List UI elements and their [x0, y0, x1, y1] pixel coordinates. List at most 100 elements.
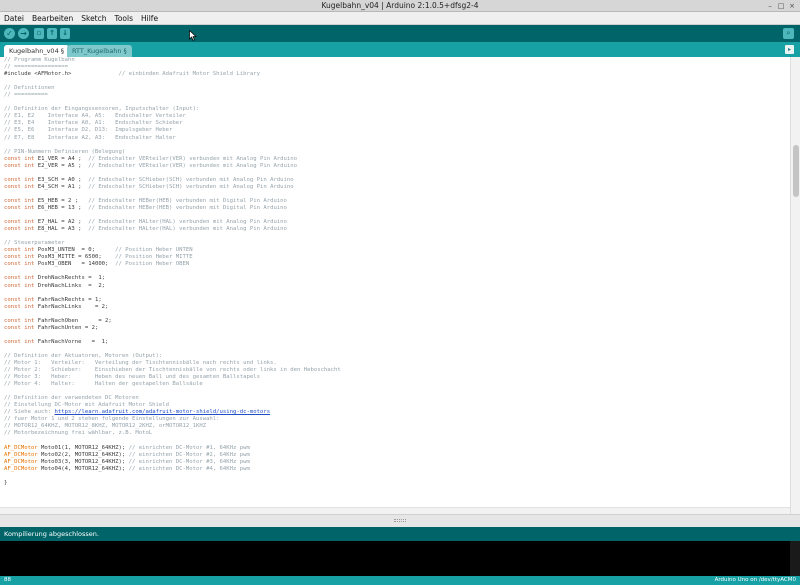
code-line[interactable]: // PIN-Nummern Definieren (Belegung)	[4, 149, 786, 156]
code-line[interactable]: const int E1_VER = A4 ; // Endschalter V…	[4, 156, 786, 163]
code-line[interactable]	[4, 78, 786, 85]
footer-bar: 88 Arduino Uno on /dev/ttyACM0	[0, 576, 800, 585]
menu-hilfe[interactable]: Hilfe	[141, 12, 158, 24]
code-line[interactable]: AF_DCMotor Moto01(1, MOTOR12_64KHZ); // …	[4, 445, 786, 452]
code-line[interactable]: }	[4, 480, 786, 487]
arduino-ide-window: Kugelbahn_v04 | Arduino 2:1.0.5+dfsg2-4 …	[0, 0, 800, 585]
console-scrollbar[interactable]	[790, 541, 800, 576]
code-line[interactable]: // Steuerparameter	[4, 240, 786, 247]
divider-grip-icon[interactable]	[394, 519, 406, 522]
code-line[interactable]: AF_DCMotor Moto03(3, MOTOR12_64KHZ); // …	[4, 459, 786, 466]
menu-datei[interactable]: Datei	[4, 12, 24, 24]
menu-tools[interactable]: Tools	[115, 12, 133, 24]
tab-rtt-kugelbahn[interactable]: RTT_Kugelbahn §	[67, 45, 132, 57]
tab-menu-icon[interactable]: ▸	[785, 45, 794, 54]
upload-icon[interactable]: →	[18, 28, 29, 39]
new-icon[interactable]: ▫	[34, 28, 44, 39]
code-line[interactable]: // Einstellung DC-Motor mit Adafruit Mot…	[4, 402, 786, 409]
code-text[interactable]: // Programm Kugelbahn// ================…	[4, 57, 786, 487]
code-line[interactable]	[4, 473, 786, 480]
code-line[interactable]: #include <AFMotor.h> // einbinden Adafru…	[4, 71, 786, 78]
code-line[interactable]: const int E5_HEB = 2 ; // Endschalter HE…	[4, 198, 786, 205]
code-line[interactable]	[4, 438, 786, 445]
code-line[interactable]: const int E4_SCH = A1 ; // Endschalter S…	[4, 184, 786, 191]
code-line[interactable]: // Definition der Eingangssensoren, Inpu…	[4, 106, 786, 113]
code-line[interactable]	[4, 212, 786, 219]
code-line[interactable]	[4, 170, 786, 177]
code-line[interactable]: const int DrehNachLinks = 2;	[4, 283, 786, 290]
status-message: Kompilierung abgeschlossen.	[4, 530, 99, 538]
code-line[interactable]: const int FahrNachUnten = 2;	[4, 325, 786, 332]
title-bar: Kugelbahn_v04 | Arduino 2:1.0.5+dfsg2-4 …	[0, 0, 800, 12]
status-bar: Kompilierung abgeschlossen.	[0, 527, 800, 541]
console-output[interactable]	[0, 541, 800, 576]
code-line[interactable]	[4, 311, 786, 318]
code-line[interactable]	[4, 99, 786, 106]
menu-bearbeiten[interactable]: Bearbeiten	[32, 12, 73, 24]
code-line[interactable]: // Motor 1: Verteiler: Verteilung der Ti…	[4, 360, 786, 367]
scrollbar-thumb[interactable]	[793, 145, 799, 197]
code-line[interactable]	[4, 290, 786, 297]
code-line[interactable]	[4, 332, 786, 339]
code-line[interactable]: const int PosM3_MITTE = 6500; // Positio…	[4, 254, 786, 261]
code-line[interactable]: // Definition der Aktuatoren, Motoren (O…	[4, 353, 786, 360]
code-line[interactable]: // Motorbezeichnung frei wählbar, z.B. M…	[4, 430, 786, 437]
code-line[interactable]: AF_DCMotor Moto04(4, MOTOR12_64KHZ); // …	[4, 466, 786, 473]
verify-icon[interactable]: ✓	[4, 28, 15, 39]
code-line[interactable]: // Siehe auch: https://learn.adafruit.co…	[4, 409, 786, 416]
code-line[interactable]: const int E3_SCH = A0 ; // Endschalter S…	[4, 177, 786, 184]
window-controls: – □ ×	[766, 2, 796, 10]
close-icon[interactable]: ×	[788, 2, 796, 10]
minimize-icon[interactable]: –	[766, 2, 774, 10]
code-line[interactable]	[4, 388, 786, 395]
board-info: Arduino Uno on /dev/ttyACM0	[714, 577, 796, 583]
code-line[interactable]: // Programm Kugelbahn	[4, 57, 786, 64]
serial-monitor-icon[interactable]: ⌕	[783, 28, 794, 39]
window-title: Kugelbahn_v04 | Arduino 2:1.0.5+dfsg2-4	[321, 1, 479, 10]
code-line[interactable]: const int E8_HAL = A3 ; // Endschalter H…	[4, 226, 786, 233]
code-line[interactable]	[4, 233, 786, 240]
code-line[interactable]: // Definitionen	[4, 85, 786, 92]
code-line[interactable]: const int E2_VER = A5 ; // Endschalter V…	[4, 163, 786, 170]
line-number: 88	[4, 577, 11, 583]
maximize-icon[interactable]: □	[777, 2, 785, 10]
code-line[interactable]: // Motor 2: Schieber: Einschieben der Ti…	[4, 367, 786, 374]
code-line[interactable]: const int FahrNachVorne = 1;	[4, 339, 786, 346]
code-line[interactable]: AF_DCMotor Moto02(2, MOTOR12_64KHZ); // …	[4, 452, 786, 459]
code-line[interactable]: // fuer Motor 1 und 2 stehen folgende Ei…	[4, 416, 786, 423]
code-line[interactable]: // E5, E6 Interface D2, D13: Impulsgeber…	[4, 127, 786, 134]
save-icon[interactable]: ↓	[60, 28, 70, 39]
code-line[interactable]	[4, 142, 786, 149]
editor-console-divider[interactable]	[0, 514, 800, 527]
open-icon[interactable]: ↑	[47, 28, 57, 39]
code-line[interactable]: // ================	[4, 64, 786, 71]
toolbar: ✓ → ▫ ↑ ↓ ⌕	[0, 25, 800, 42]
code-line[interactable]: // Motor 3: Heber: Heben des neuen Ball …	[4, 374, 786, 381]
code-line[interactable]: const int E6_HEB = 13 ; // Endschalter H…	[4, 205, 786, 212]
code-line[interactable]: // MOTOR12_64KHZ, MOTOR12_8KHZ, MOTOR12_…	[4, 423, 786, 430]
mouse-cursor-icon	[189, 30, 197, 41]
code-line[interactable]: // ==========	[4, 92, 786, 99]
code-line[interactable]: const int FahrNachOben = 2;	[4, 318, 786, 325]
code-line[interactable]: // E1, E2 Interface A4, A5: Endschalter …	[4, 113, 786, 120]
code-line[interactable]: // Motor 4: Halter: Halten der gestapelt…	[4, 381, 786, 388]
tab-kugelbahn-v04[interactable]: Kugelbahn_v04 §	[4, 45, 70, 57]
code-line[interactable]: // E7, E8 Interface A2, A3: Endschalter …	[4, 135, 786, 142]
code-line[interactable]: const int FahrNachLinks = 2;	[4, 304, 786, 311]
menu-bar: Datei Bearbeiten Sketch Tools Hilfe	[0, 12, 800, 25]
horizontal-scrollbar[interactable]	[0, 507, 790, 514]
code-line[interactable]: const int PosM3_OBEN = 14000; // Positio…	[4, 261, 786, 268]
code-line[interactable]: // Definition der verwendeten DC Motoren	[4, 395, 786, 402]
code-line[interactable]: const int DrehNachRechts = 1;	[4, 275, 786, 282]
tab-bar: Kugelbahn_v04 § RTT_Kugelbahn § ▸	[0, 42, 800, 57]
menu-sketch[interactable]: Sketch	[81, 12, 106, 24]
code-line[interactable]	[4, 191, 786, 198]
code-line[interactable]: const int E7_HAL = A2 ; // Endschalter H…	[4, 219, 786, 226]
code-line[interactable]: // E3, E4 Interface A0, A1: Endschalter …	[4, 120, 786, 127]
vertical-scrollbar[interactable]	[790, 57, 800, 514]
code-line[interactable]	[4, 268, 786, 275]
code-line[interactable]	[4, 346, 786, 353]
code-editor[interactable]: // Programm Kugelbahn// ================…	[0, 57, 800, 514]
code-line[interactable]: const int PosM3_UNTEN = 0; // Position H…	[4, 247, 786, 254]
code-line[interactable]: const int FahrNachRechts = 1;	[4, 297, 786, 304]
